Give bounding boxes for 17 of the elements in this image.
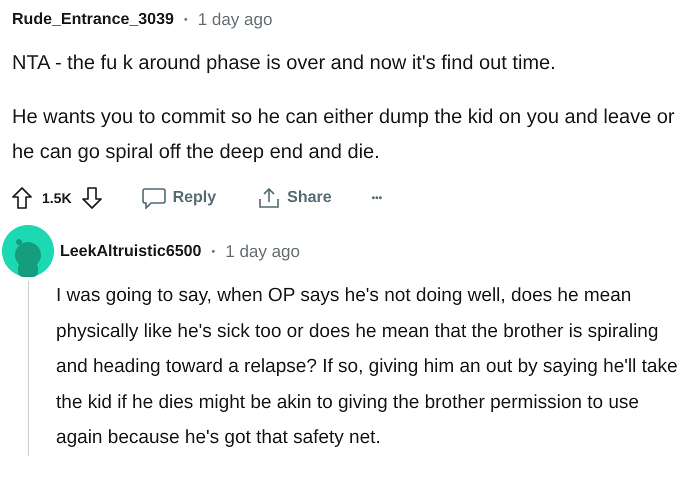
- separator-dot: •: [184, 14, 188, 26]
- comment-text: I was going to say, when OP says he's not doing well, does he mean physically like he's sick too or does he mean that the brother is spiraling and heading toward a relapse? If so, giving him an out by saying he'll take the kid if he dies might be akin to giving the brother permission to use again because he's got that safety net.: [56, 284, 679, 450]
- downvote-button[interactable]: [82, 187, 102, 209]
- vote-count: 1.5K: [42, 190, 72, 206]
- reply-button[interactable]: Reply: [142, 187, 216, 209]
- username[interactable]: Rude_Entrance_3039: [12, 11, 174, 29]
- share-icon: [258, 187, 280, 209]
- comment-text: NTA - the fu k around phase is over and now it's find out time.: [12, 51, 557, 76]
- timestamp: 1 day ago: [198, 10, 272, 30]
- separator-dot: •: [211, 246, 216, 258]
- timestamp: 1 day ago: [225, 242, 300, 262]
- more-button[interactable]: •••: [372, 192, 382, 204]
- upvote-button[interactable]: [12, 187, 32, 209]
- share-button[interactable]: Share: [258, 187, 332, 209]
- comment-text: He wants you to commit so he can either dump the kid on you and leave or he can go spiral off the deep end and die.: [12, 105, 676, 165]
- speech-bubble-icon: [142, 187, 166, 209]
- username[interactable]: LeekAltruistic6500: [60, 243, 202, 261]
